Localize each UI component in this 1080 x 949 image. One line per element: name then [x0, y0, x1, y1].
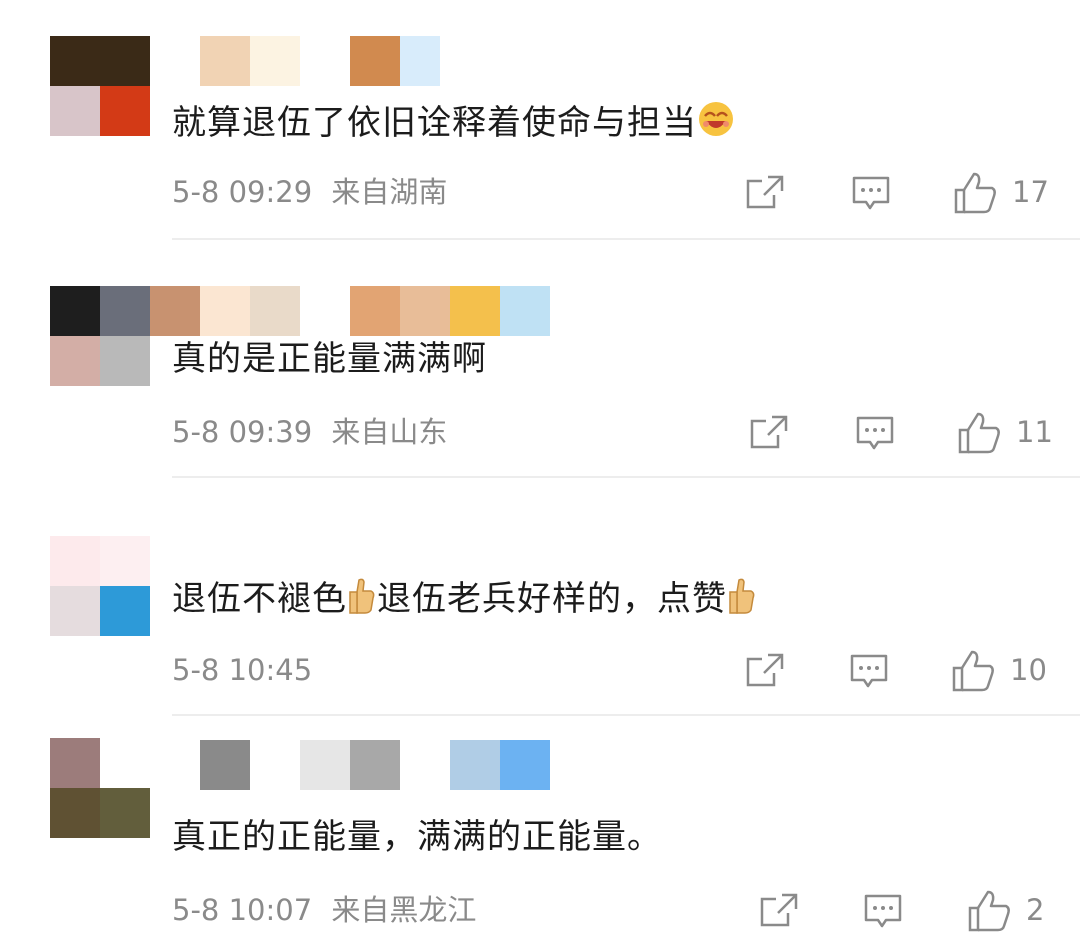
comment-text: 真的是正能量满满啊	[172, 339, 487, 379]
like-count: 11	[1016, 415, 1053, 449]
divider	[172, 238, 1080, 240]
thumbs-up-emoji	[347, 578, 377, 624]
like-button[interactable]: 2	[968, 888, 1044, 932]
comment-meta: 5-8 09:29 来自湖南	[172, 174, 447, 210]
avatar[interactable]	[50, 286, 150, 386]
comment-text: 退伍不褪色 退伍老兵好样的，点赞	[172, 578, 757, 624]
avatar[interactable]	[50, 536, 150, 636]
comment-text: 就算退伍了依旧诠释着使命与担当	[172, 100, 735, 148]
username-blurred[interactable]	[150, 36, 440, 86]
username-blurred[interactable]	[150, 740, 550, 790]
like-count: 10	[1010, 653, 1047, 687]
comment-text-part1: 退伍不褪色	[172, 579, 347, 619]
thumbs-up-icon	[952, 650, 994, 692]
reply-button[interactable]	[856, 416, 894, 452]
username-blurred[interactable]	[150, 286, 550, 336]
thumbs-up-icon	[954, 172, 996, 214]
share-button[interactable]	[746, 653, 784, 687]
share-icon	[746, 653, 784, 687]
reply-button[interactable]	[864, 894, 902, 930]
reply-button[interactable]	[850, 654, 888, 690]
comment-icon	[852, 176, 890, 210]
divider	[172, 476, 1080, 478]
laughing-face-emoji	[697, 100, 735, 148]
comment-text: 真正的正能量，满满的正能量。	[172, 817, 662, 857]
share-icon	[746, 175, 784, 209]
comment-icon	[864, 894, 902, 928]
comment-icon	[850, 654, 888, 688]
comment-text-body: 就算退伍了依旧诠释着使命与担当	[172, 103, 697, 143]
avatar[interactable]	[50, 738, 150, 838]
share-button[interactable]	[750, 415, 788, 449]
like-count: 17	[1012, 175, 1049, 209]
thumbs-up-icon	[968, 890, 1010, 932]
comment-item: 就算退伍了依旧诠释着使命与担当 5-8 09:29 来自湖南 17	[0, 0, 1080, 240]
comment-time: 5-8 10:45	[172, 653, 313, 687]
comment-meta: 5-8 10:45	[172, 652, 312, 688]
like-button[interactable]: 10	[952, 648, 1047, 692]
comment-time: 5-8 10:07	[172, 893, 313, 927]
share-icon	[750, 415, 788, 449]
reply-button[interactable]	[852, 176, 890, 212]
comment-time: 5-8 09:29	[172, 175, 313, 209]
like-button[interactable]: 17	[954, 170, 1049, 214]
like-count: 2	[1026, 893, 1045, 927]
comment-location: 来自湖南	[331, 175, 448, 209]
comment-text-part2: 退伍老兵好样的，点赞	[377, 579, 727, 619]
comment-location: 来自黑龙江	[331, 893, 477, 927]
comment-meta: 5-8 10:07 来自黑龙江	[172, 892, 476, 928]
comment-time: 5-8 09:39	[172, 415, 313, 449]
share-button[interactable]	[746, 175, 784, 209]
comment-icon	[856, 416, 894, 450]
share-button[interactable]	[760, 893, 798, 927]
comment-meta: 5-8 09:39 来自山东	[172, 414, 447, 450]
comment-location: 来自山东	[331, 415, 448, 449]
thumbs-up-emoji	[727, 578, 757, 624]
share-icon	[760, 893, 798, 927]
avatar[interactable]	[50, 36, 150, 136]
thumbs-up-icon	[958, 412, 1000, 454]
like-button[interactable]: 11	[958, 410, 1053, 454]
divider	[172, 714, 1080, 716]
